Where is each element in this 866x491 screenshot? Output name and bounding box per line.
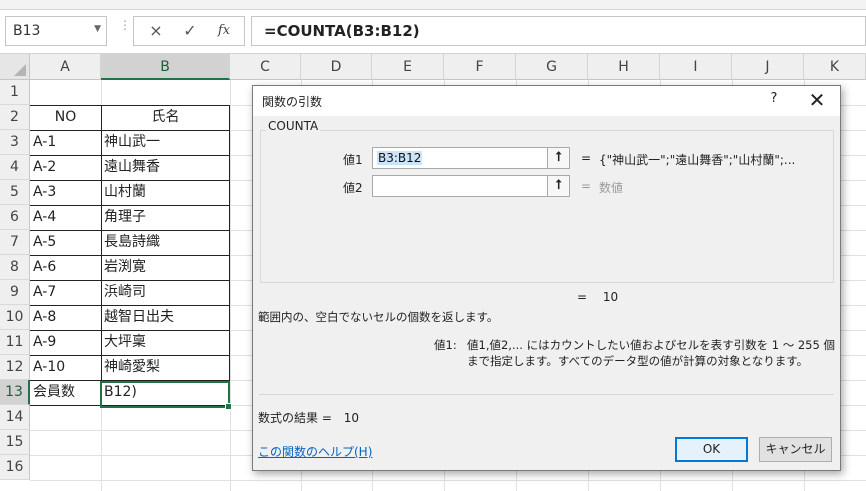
cell-no[interactable]: A-6 — [30, 255, 101, 280]
arg1-equals: = — [581, 151, 592, 165]
row-header-16[interactable]: 16 — [0, 455, 30, 480]
formula-bar: B13 ▼ ⋮ × ✓ fx =COUNTA(B3:B12) — [0, 10, 866, 54]
dialog-titlebar[interactable]: 関数の引数 ? ✕ — [253, 86, 840, 116]
cancel-icon[interactable]: × — [146, 21, 166, 40]
column-header-g[interactable]: G — [516, 54, 588, 80]
select-all-corner[interactable] — [0, 54, 30, 80]
row-header-2[interactable]: 2 — [0, 105, 30, 130]
close-icon[interactable]: ✕ — [805, 88, 829, 112]
range-collapse-icon[interactable]: ⭡ — [547, 176, 569, 196]
arg1-value: B3:B12 — [377, 151, 423, 165]
function-group: COUNTA 値1 B3:B12 ⭡ = {"神山武一";"遠山舞香";"山村蘭… — [260, 119, 834, 283]
cell-no[interactable]: A-5 — [30, 230, 101, 255]
row-header-9[interactable]: 9 — [0, 280, 30, 305]
column-header-b[interactable]: B — [101, 54, 230, 80]
arg2-input[interactable]: ⭡ — [372, 175, 570, 197]
cancel-button[interactable]: キャンセル — [759, 437, 832, 462]
insert-function-icon[interactable]: fx — [214, 23, 234, 38]
help-link[interactable]: この関数のヘルプ(H) — [258, 443, 372, 460]
cell-no[interactable]: A-8 — [30, 305, 101, 330]
row-header-12[interactable]: 12 — [0, 355, 30, 380]
result-equals: = — [577, 290, 588, 304]
formula-buttons: × ✓ fx — [133, 16, 245, 46]
chevron-down-icon[interactable]: ▼ — [94, 24, 101, 34]
cell-no[interactable]: A-3 — [30, 180, 101, 205]
row-header-15[interactable]: 15 — [0, 430, 30, 455]
cell-no[interactable]: A-2 — [30, 155, 101, 180]
column-header-d[interactable]: D — [301, 54, 372, 80]
formula-result-label: 数式の結果 = — [258, 411, 332, 425]
column-header-f[interactable]: F — [444, 54, 516, 80]
row-header-3[interactable]: 3 — [0, 130, 30, 155]
name-box-value: B13 — [13, 23, 41, 39]
arg1-result: {"神山武一";"遠山舞香";"山村蘭";... — [599, 153, 796, 167]
range-collapse-icon[interactable]: ⭡ — [547, 148, 569, 168]
cell-name[interactable]: 遠山舞香 — [101, 155, 230, 180]
arg1-selected-text: B3:B12 — [377, 151, 423, 165]
arg-description-name: 値1: — [434, 338, 457, 352]
cell-name[interactable]: 山村蘭 — [101, 180, 230, 205]
cell-name[interactable]: 大坪稟 — [101, 330, 230, 355]
row-header-1[interactable]: 1 — [0, 80, 30, 105]
help-icon[interactable]: ? — [767, 91, 781, 106]
cell-name[interactable]: 神山武一 — [101, 130, 230, 155]
cell-no[interactable]: A-7 — [30, 280, 101, 305]
arg2-label: 値2 — [343, 181, 363, 195]
row-header-7[interactable]: 7 — [0, 230, 30, 255]
header-cell-no[interactable]: NO — [30, 105, 101, 130]
cell-total-label[interactable]: 会員数 — [30, 380, 101, 405]
cell-no[interactable]: A-1 — [30, 130, 101, 155]
column-header-a[interactable]: A — [30, 54, 101, 80]
row-header-6[interactable]: 6 — [0, 205, 30, 230]
ok-button[interactable]: OK — [675, 437, 748, 462]
function-description: 範囲内の、空白でないセルの個数を返します。 — [258, 310, 499, 324]
cell-no[interactable]: A-9 — [30, 330, 101, 355]
grip-icon[interactable]: ⋮ — [119, 19, 131, 40]
arg2-equals: = — [581, 179, 592, 193]
row-header-13[interactable]: 13 — [0, 380, 30, 405]
column-header-j[interactable]: J — [732, 54, 804, 80]
row-header-10[interactable]: 10 — [0, 305, 30, 330]
dialog-title: 関数の引数 — [262, 95, 323, 109]
formula-text: =COUNTA(B3:B12) — [264, 22, 420, 40]
gridline — [30, 480, 866, 481]
formula-result-value: 10 — [343, 411, 359, 425]
name-box[interactable]: B13 ▼ — [5, 16, 107, 46]
arg-description-text: 値1,値2,... にはカウントしたい値およびセルを表す引数を 1 ～ 255 … — [467, 338, 835, 368]
header-cell-name[interactable]: 氏名 — [101, 105, 230, 130]
cell-name[interactable]: 長島詩織 — [101, 230, 230, 255]
cell-no[interactable]: A-10 — [30, 355, 101, 380]
column-header-k[interactable]: K — [804, 54, 866, 80]
ribbon-strip — [0, 0, 866, 10]
row-header-14[interactable]: 14 — [0, 405, 30, 430]
row-header-8[interactable]: 8 — [0, 255, 30, 280]
formula-result-line: 数式の結果 = 10 — [258, 409, 359, 426]
row-header-4[interactable]: 4 — [0, 155, 30, 180]
cell-name[interactable]: 浜崎司 — [101, 280, 230, 305]
function-arguments-dialog: 関数の引数 ? ✕ COUNTA 値1 B3:B12 ⭡ = {"神山武一";"… — [252, 85, 841, 471]
column-header-e[interactable]: E — [372, 54, 444, 80]
row-header-11[interactable]: 11 — [0, 330, 30, 355]
column-header-h[interactable]: H — [588, 54, 660, 80]
cell-name[interactable]: 越智日出夫 — [101, 305, 230, 330]
divider — [259, 394, 834, 395]
column-header-i[interactable]: I — [660, 54, 732, 80]
result-value: 10 — [602, 290, 619, 304]
function-name: COUNTA — [266, 119, 321, 133]
row-header-5[interactable]: 5 — [0, 180, 30, 205]
enter-icon[interactable]: ✓ — [180, 21, 200, 40]
cell-name[interactable]: 角理子 — [101, 205, 230, 230]
cell-name[interactable]: 神崎愛梨 — [101, 355, 230, 380]
cell-name[interactable]: 岩渕寛 — [101, 255, 230, 280]
cell-no[interactable]: A-4 — [30, 205, 101, 230]
arg1-label: 値1 — [343, 153, 363, 167]
arg1-input[interactable]: B3:B12 ⭡ — [372, 147, 570, 169]
column-header-c[interactable]: C — [230, 54, 301, 80]
function-result-line: = 10 — [577, 290, 618, 304]
formula-input[interactable]: =COUNTA(B3:B12) — [251, 16, 866, 46]
active-cell-selection — [100, 381, 232, 410]
arg2-result: 数値 — [599, 181, 624, 195]
